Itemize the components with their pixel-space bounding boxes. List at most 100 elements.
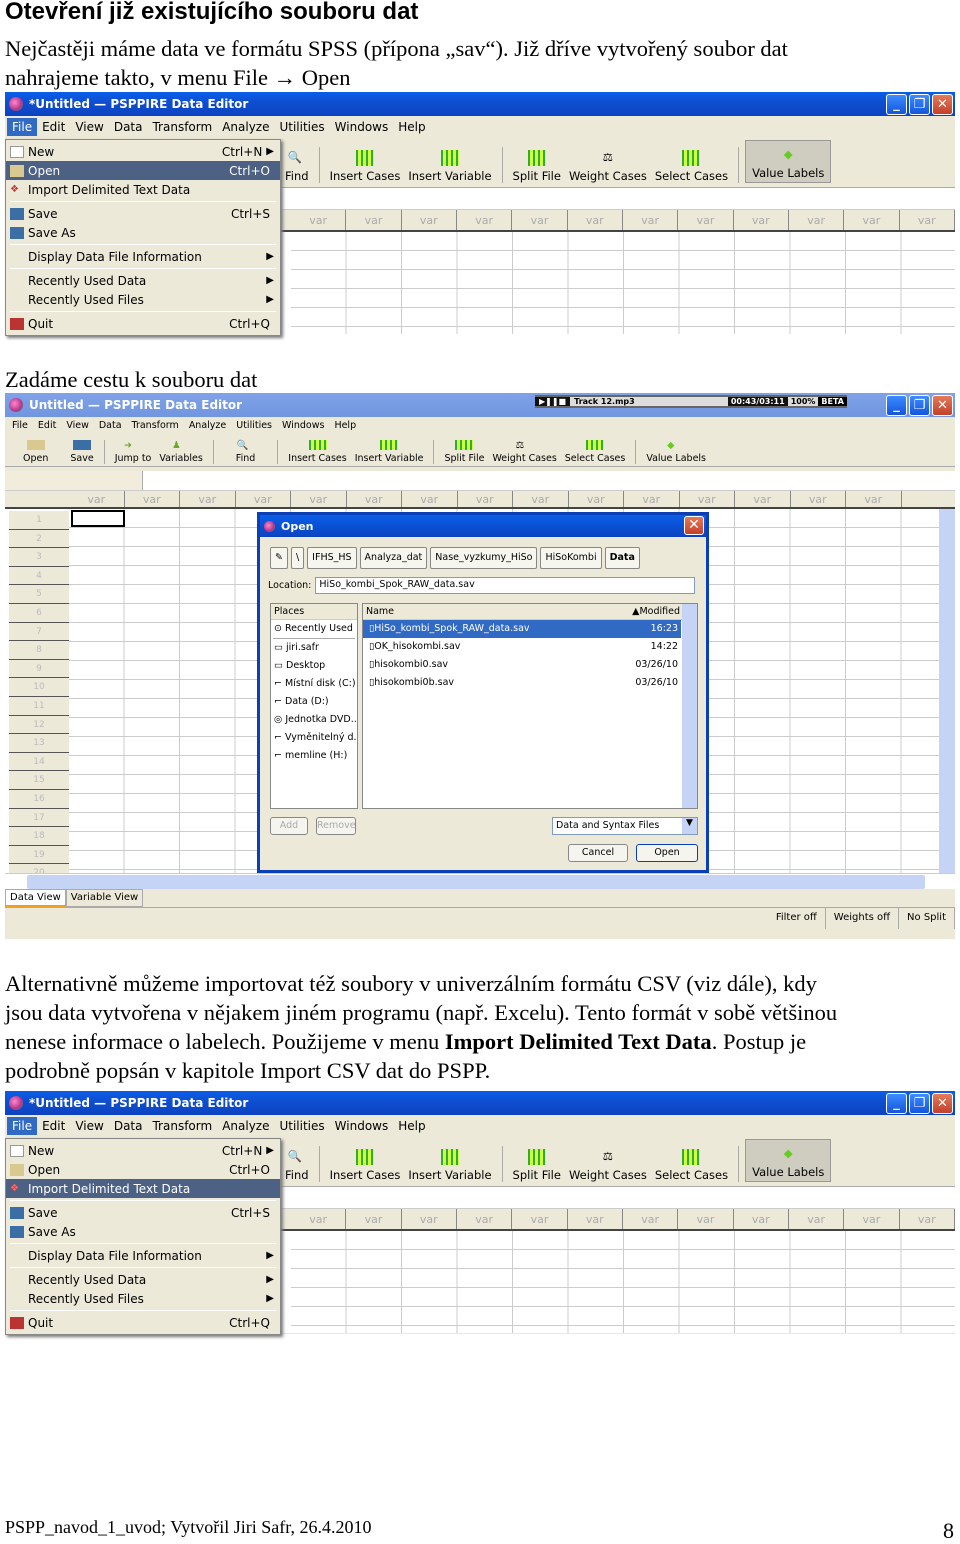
cell-reference-box[interactable] bbox=[5, 471, 143, 490]
place-item[interactable]: ▭ Desktop bbox=[271, 657, 357, 675]
menu-help[interactable]: Help bbox=[329, 418, 361, 433]
value-labels-button[interactable]: ◆ Value Labels bbox=[745, 140, 832, 183]
variables-button[interactable]: ♟ Variables bbox=[155, 440, 206, 464]
menu-item-open[interactable]: Open Ctrl+O bbox=[6, 161, 280, 180]
menu-item-import-delimited[interactable]: ❖ Import Delimited Text Data bbox=[6, 180, 280, 199]
menu-item-quit[interactable]: Quit Ctrl+Q bbox=[6, 1313, 280, 1332]
find-button[interactable]: 🔍 Find bbox=[232, 440, 259, 464]
menu-analyze[interactable]: Analyze bbox=[184, 418, 231, 433]
tab-variable-view[interactable]: Variable View bbox=[65, 889, 144, 907]
row-header[interactable]: 11 bbox=[9, 696, 69, 716]
data-grid[interactable] bbox=[291, 232, 955, 334]
menu-item-display-info[interactable]: Display Data File Information ▶ bbox=[6, 1246, 280, 1265]
insert-variable-button[interactable]: Insert Variable bbox=[404, 1149, 495, 1182]
weight-cases-button[interactable]: ⚖ Weight Cases bbox=[488, 440, 560, 464]
row-header[interactable]: 2 bbox=[9, 529, 69, 549]
place-item[interactable]: ◎ Jednotka DVD... bbox=[271, 711, 357, 729]
close-button[interactable]: ✕ bbox=[932, 395, 953, 416]
file-row[interactable]: ▯ hisokombi0b.sav 03/26/10 bbox=[363, 674, 681, 692]
menu-item-new[interactable]: New Ctrl+N ▶ bbox=[6, 142, 280, 161]
menu-item-save[interactable]: Save Ctrl+S bbox=[6, 1203, 280, 1222]
save-button[interactable]: Save bbox=[66, 440, 97, 464]
menu-item-recent-files[interactable]: Recently Used Files ▶ bbox=[6, 290, 280, 309]
place-item[interactable]: ⌐ Místní disk (C:) bbox=[271, 675, 357, 693]
find-button[interactable]: 🔍 Find bbox=[281, 1149, 313, 1182]
menu-item-quit[interactable]: Quit Ctrl+Q bbox=[6, 314, 280, 333]
menu-item-import-delimited[interactable]: ❖ Import Delimited Text Data bbox=[6, 1179, 280, 1198]
path-segment[interactable]: Nase_vyzkumy_HiSo bbox=[430, 547, 538, 569]
row-header[interactable]: 9 bbox=[9, 659, 69, 679]
place-item[interactable]: ▭ jiri.safr bbox=[271, 639, 357, 657]
menu-windows[interactable]: Windows bbox=[330, 118, 394, 136]
open-button[interactable]: Open bbox=[636, 844, 698, 862]
split-file-button[interactable]: Split File bbox=[509, 150, 565, 183]
menu-edit[interactable]: Edit bbox=[37, 1117, 70, 1135]
remove-place-button[interactable]: Remove bbox=[316, 817, 356, 835]
menu-item-recent-files[interactable]: Recently Used Files ▶ bbox=[6, 1289, 280, 1308]
value-labels-button[interactable]: ◆ Value Labels bbox=[745, 1139, 832, 1182]
menu-utilities[interactable]: Utilities bbox=[274, 1117, 329, 1135]
menu-transform[interactable]: Transform bbox=[147, 1117, 217, 1135]
file-row[interactable]: ▯ OK_hisokombi.sav 14:22 bbox=[363, 638, 681, 656]
row-header[interactable]: 10 bbox=[9, 678, 69, 697]
row-header[interactable]: 13 bbox=[9, 734, 69, 753]
file-list-scrollbar[interactable] bbox=[682, 604, 697, 808]
menu-view[interactable]: View bbox=[61, 418, 94, 433]
menu-transform[interactable]: Transform bbox=[147, 118, 217, 136]
close-button[interactable]: ✕ bbox=[932, 1093, 953, 1114]
modified-column-header[interactable]: Modified bbox=[639, 606, 680, 617]
row-header[interactable]: 14 bbox=[9, 752, 69, 772]
place-item[interactable]: ⌐ Vyměnitelný d... bbox=[271, 729, 357, 747]
insert-cases-button[interactable]: Insert Cases bbox=[326, 1149, 405, 1182]
menu-analyze[interactable]: Analyze bbox=[217, 118, 274, 136]
row-header[interactable]: 7 bbox=[9, 622, 69, 642]
menu-transform[interactable]: Transform bbox=[127, 418, 184, 433]
menu-file[interactable]: File bbox=[7, 1117, 38, 1135]
menu-help[interactable]: Help bbox=[393, 118, 430, 136]
row-header[interactable]: 4 bbox=[9, 566, 69, 586]
path-segment[interactable]: HiSoKombi bbox=[540, 547, 602, 569]
find-button[interactable]: 🔍 Find bbox=[281, 150, 313, 183]
restore-button[interactable]: ❐ bbox=[909, 94, 930, 115]
add-place-button[interactable]: Add bbox=[270, 817, 308, 835]
menu-item-new[interactable]: New Ctrl+N ▶ bbox=[6, 1141, 280, 1160]
menu-windows[interactable]: Windows bbox=[330, 1117, 394, 1135]
weight-cases-button[interactable]: ⚖ Weight Cases bbox=[565, 1149, 651, 1182]
menu-data[interactable]: Data bbox=[94, 418, 127, 433]
cell-editor[interactable] bbox=[5, 471, 955, 491]
insert-variable-button[interactable]: Insert Variable bbox=[404, 150, 495, 183]
row-header[interactable]: 18 bbox=[9, 827, 69, 846]
name-column-header[interactable]: Name bbox=[366, 606, 632, 617]
row-header[interactable]: 5 bbox=[9, 585, 69, 604]
menu-file[interactable]: File bbox=[7, 418, 33, 433]
weight-cases-button[interactable]: ⚖ Weight Cases bbox=[565, 150, 651, 183]
close-button[interactable]: ✕ bbox=[932, 94, 953, 115]
menu-data[interactable]: Data bbox=[109, 118, 148, 136]
row-header[interactable]: 1 bbox=[9, 511, 69, 530]
menu-view[interactable]: View bbox=[70, 1117, 108, 1135]
insert-cases-button[interactable]: Insert Cases bbox=[326, 150, 405, 183]
menu-analyze[interactable]: Analyze bbox=[217, 1117, 274, 1135]
place-item[interactable]: ⌐ Data (D:) bbox=[271, 693, 357, 711]
menu-edit[interactable]: Edit bbox=[33, 418, 61, 433]
split-file-button[interactable]: Split File bbox=[440, 440, 488, 464]
row-header[interactable]: 16 bbox=[9, 789, 69, 809]
edit-location-button[interactable]: ✎ bbox=[270, 547, 288, 569]
restore-button[interactable]: ❐ bbox=[909, 1093, 930, 1114]
jump-to-button[interactable]: ➜ Jump to bbox=[111, 440, 156, 464]
restore-button[interactable]: ❐ bbox=[909, 395, 930, 416]
menu-help[interactable]: Help bbox=[393, 1117, 430, 1135]
open-button[interactable]: Open bbox=[19, 440, 52, 464]
menu-item-open[interactable]: Open Ctrl+O bbox=[6, 1160, 280, 1179]
menu-utilities[interactable]: Utilities bbox=[274, 118, 329, 136]
menu-item-recent-data[interactable]: Recently Used Data ▶ bbox=[6, 1270, 280, 1289]
minimize-button[interactable]: _ bbox=[886, 94, 907, 115]
dialog-close-button[interactable]: ✕ bbox=[684, 516, 704, 535]
select-cases-button[interactable]: Select Cases bbox=[561, 440, 630, 464]
data-grid[interactable] bbox=[291, 1231, 955, 1333]
vertical-scrollbar[interactable] bbox=[939, 509, 955, 873]
menu-edit[interactable]: Edit bbox=[37, 118, 70, 136]
tab-data-view[interactable]: Data View bbox=[5, 889, 66, 907]
row-header[interactable]: 6 bbox=[9, 603, 69, 623]
menu-item-save[interactable]: Save Ctrl+S bbox=[6, 204, 280, 223]
